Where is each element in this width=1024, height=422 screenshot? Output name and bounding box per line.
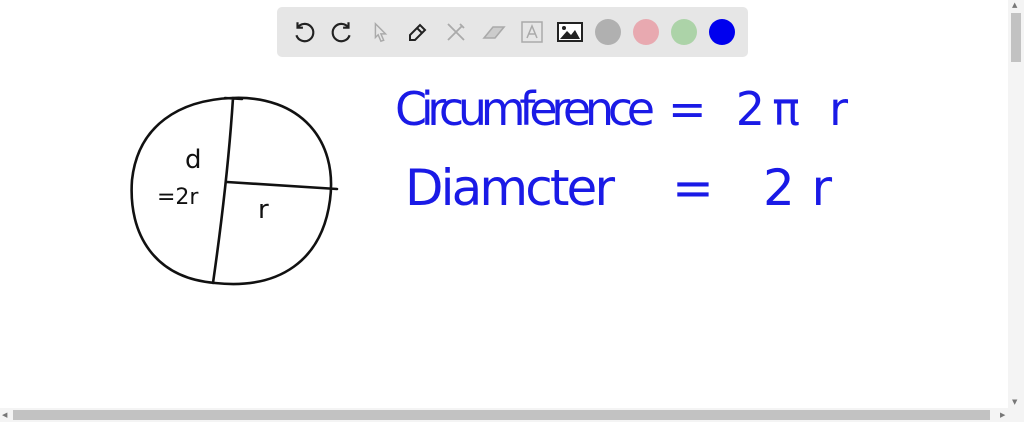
equation-1-left: Circumference <box>395 82 655 136</box>
eraser-button[interactable] <box>475 12 513 52</box>
undo-icon <box>295 22 315 43</box>
whiteboard-canvas[interactable]: d =2r r Circumference = 2π r Diamcter = … <box>0 0 1008 408</box>
diameter-line <box>211 96 244 285</box>
label-d: d <box>185 145 202 175</box>
label-2r: =2r <box>157 185 199 210</box>
select-button[interactable] <box>361 12 399 52</box>
redo-button[interactable] <box>323 12 361 52</box>
scroll-up-arrow-icon[interactable]: ▲ <box>1012 1 1017 9</box>
horizontal-scrollbar[interactable]: ◀ ▶ <box>0 408 1024 422</box>
color-green[interactable] <box>671 19 697 45</box>
equation-2-left: Diamcter <box>405 159 615 217</box>
text-icon <box>521 21 543 43</box>
vertical-scroll-thumb[interactable] <box>1011 13 1021 62</box>
color-pink[interactable] <box>633 19 659 45</box>
vertical-scrollbar[interactable]: ▲ ▼ <box>1008 0 1024 408</box>
scroll-right-arrow-icon[interactable]: ▶ <box>1000 411 1005 419</box>
horizontal-scroll-thumb[interactable] <box>13 410 990 420</box>
undo-button[interactable] <box>285 12 323 52</box>
tools-icon <box>447 23 465 41</box>
eraser-icon <box>482 26 506 39</box>
pen-icon <box>409 23 427 41</box>
color-blue[interactable] <box>709 19 735 45</box>
text-button[interactable] <box>513 12 551 52</box>
equation-2-right: = 2r <box>672 159 832 217</box>
pen-button[interactable] <box>399 12 437 52</box>
redo-icon <box>331 22 351 43</box>
tools-button[interactable] <box>437 12 475 52</box>
color-gray[interactable] <box>595 19 621 45</box>
scroll-left-arrow-icon[interactable]: ◀ <box>2 411 7 419</box>
select-icon <box>374 21 388 43</box>
toolbar <box>277 7 748 57</box>
equation-1-right: = 2π r <box>668 82 848 136</box>
radius-line <box>225 180 339 191</box>
scroll-down-arrow-icon[interactable]: ▼ <box>1012 398 1017 406</box>
image-button[interactable] <box>551 12 589 52</box>
label-r: r <box>258 195 269 225</box>
image-icon <box>557 22 583 42</box>
